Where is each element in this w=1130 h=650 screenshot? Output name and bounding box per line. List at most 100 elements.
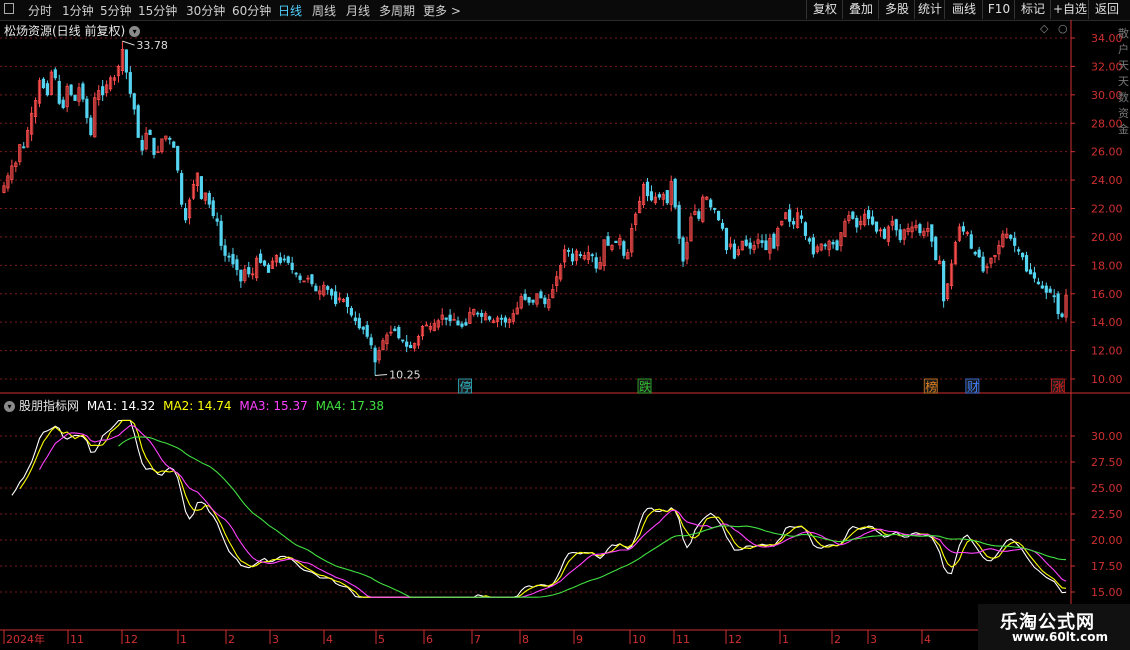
tab-minute[interactable]: 分时 — [28, 2, 52, 19]
candle-body — [969, 234, 973, 249]
candle-body — [744, 239, 748, 246]
event-marker-2: 榜 — [925, 379, 937, 394]
candle-body — [559, 264, 563, 280]
candle-body — [985, 266, 989, 269]
candle-body — [677, 204, 681, 239]
candle-body — [409, 344, 413, 349]
draw-line-button[interactable]: 画线 — [944, 0, 983, 19]
candle-body — [302, 280, 306, 283]
tab-15min[interactable]: 15分钟 — [138, 2, 177, 19]
kline-chart: 34.0032.0030.0028.0026.0024.0022.0020.00… — [0, 20, 1130, 650]
candle-body — [132, 93, 136, 110]
candle-body — [503, 317, 507, 323]
candle-body — [1009, 234, 1013, 239]
price-tick-label: 20.00 — [1091, 231, 1123, 244]
tab-1min[interactable]: 1分钟 — [62, 2, 94, 19]
tab-5min[interactable]: 5分钟 — [100, 2, 132, 19]
ma1-value: MA1: 14.32 — [86, 399, 156, 413]
candle-body — [938, 260, 942, 265]
candle-body — [511, 313, 515, 322]
candle-body — [634, 213, 638, 225]
candle-body — [207, 192, 211, 205]
candle-body — [649, 191, 654, 201]
candle-body — [515, 307, 519, 315]
candle-body — [389, 331, 393, 334]
back-button[interactable]: 返回 — [1088, 0, 1125, 19]
ma1-line — [11, 419, 1067, 598]
tab-daily[interactable]: 日线 — [278, 2, 302, 19]
candle-body — [815, 246, 819, 253]
tab-more[interactable]: 更多 > — [423, 2, 461, 19]
indicator-menu-icon[interactable]: ▾ — [4, 401, 15, 412]
candle-body — [701, 196, 705, 222]
chevron-down-icon[interactable]: ▾ — [129, 26, 141, 37]
f10-button[interactable]: F10 — [982, 0, 1015, 19]
candle-body — [97, 90, 101, 101]
tab-multi-period[interactable]: 多周期 — [379, 2, 415, 19]
candle-body — [322, 284, 326, 296]
candle-body — [219, 220, 223, 246]
candle-body — [120, 48, 125, 72]
candle-body — [716, 210, 721, 221]
candle-body — [942, 260, 946, 302]
price-tick-label: 26.00 — [1091, 146, 1123, 159]
candle-body — [594, 257, 598, 269]
candle-body — [989, 257, 993, 264]
candle-body — [945, 283, 950, 300]
candle-body — [878, 229, 883, 232]
tab-weekly[interactable]: 周线 — [312, 2, 336, 19]
candle-body — [539, 291, 543, 299]
price-tick-label: 24.00 — [1091, 174, 1123, 187]
candle-body — [748, 242, 752, 249]
candle-body — [428, 326, 432, 330]
candle-body — [10, 165, 14, 180]
candle-body — [922, 230, 926, 236]
candle-body — [341, 299, 346, 302]
candle-body — [1001, 233, 1005, 248]
candle-body — [902, 229, 906, 240]
candle-body — [128, 72, 132, 94]
candle-body — [930, 224, 934, 242]
candle-body — [697, 211, 701, 219]
candle-body — [306, 277, 310, 280]
overlay-button[interactable]: 叠加 — [842, 0, 879, 19]
indicator-tick-label: 22.50 — [1091, 508, 1123, 521]
date-label: 11 — [70, 633, 84, 646]
diamond-icon[interactable]: ◇ — [1040, 22, 1048, 35]
candle-body — [685, 242, 689, 260]
restore-rights-button[interactable]: 复权 — [806, 0, 843, 19]
candle-body — [124, 49, 128, 73]
candle-body — [53, 69, 57, 79]
candle-body — [728, 243, 733, 248]
candle-body — [191, 183, 196, 199]
candle-body — [1056, 293, 1060, 315]
candle-body — [262, 260, 267, 266]
circle-icon[interactable]: ○ — [1058, 22, 1068, 35]
candle-body — [444, 317, 448, 320]
candle-body — [574, 250, 579, 261]
price-tick-label: 18.00 — [1091, 259, 1123, 272]
candle-body — [436, 320, 440, 328]
candle-body — [468, 311, 472, 324]
candle-body — [480, 312, 484, 317]
candle-body — [764, 240, 768, 251]
statistics-button[interactable]: 统计 — [914, 0, 945, 19]
candle-body — [357, 317, 361, 329]
tab-30min[interactable]: 30分钟 — [186, 2, 225, 19]
high-pointer — [122, 40, 135, 46]
tab-monthly[interactable]: 月线 — [346, 2, 370, 19]
candle-body — [669, 181, 673, 205]
candle-body — [535, 293, 539, 305]
candle-body — [807, 238, 811, 242]
mark-button[interactable]: 标记 — [1014, 0, 1051, 19]
add-favorite-button[interactable]: +自选 — [1050, 0, 1089, 19]
candle-body — [491, 320, 496, 324]
menu-icon[interactable] — [4, 3, 14, 14]
candle-body — [476, 312, 480, 315]
candle-body — [527, 297, 531, 303]
candle-body — [977, 249, 981, 258]
tab-60min[interactable]: 60分钟 — [232, 2, 271, 19]
candle-body — [724, 227, 729, 251]
candle-body — [886, 226, 890, 242]
multi-stock-button[interactable]: 多股 — [878, 0, 915, 19]
